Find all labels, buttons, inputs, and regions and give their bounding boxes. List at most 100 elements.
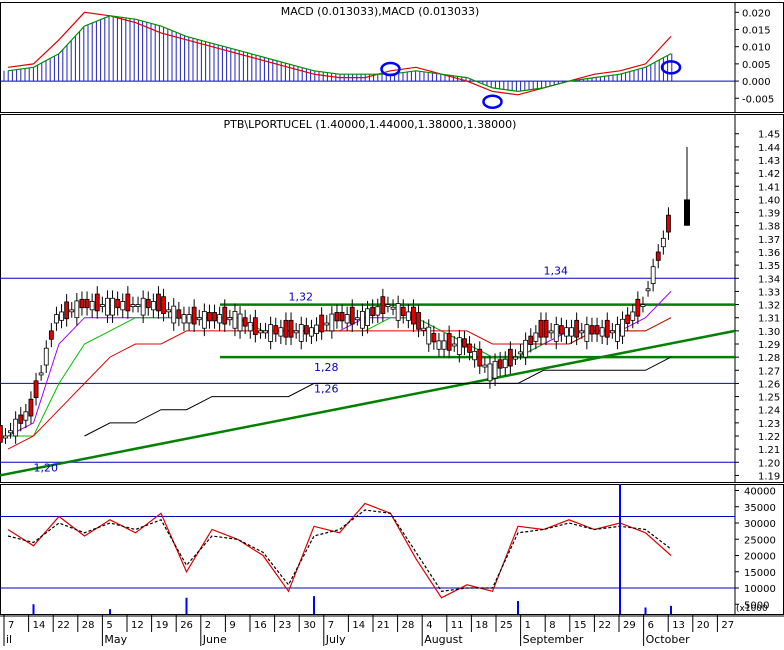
level-label: 1,26 <box>314 383 339 396</box>
y-tick-label: 1.40 <box>758 195 780 206</box>
candle-body <box>405 311 411 321</box>
candle-body <box>125 293 131 312</box>
level-label: 1,34 <box>544 264 569 277</box>
x-tick-label: 5 <box>106 620 112 631</box>
channel-top-label: 1,32 <box>289 291 314 304</box>
candle-body <box>130 304 136 307</box>
x-tick-label: 15 <box>574 620 587 631</box>
candle-body <box>324 322 330 326</box>
candle-body <box>140 297 146 316</box>
y-tick-label: 15000 <box>744 568 776 579</box>
y-tick-label: 1.22 <box>758 432 780 443</box>
candle-body <box>497 359 503 369</box>
month-label: October <box>646 633 690 646</box>
candle-body <box>574 319 580 338</box>
y-tick-label: 1.38 <box>758 222 780 233</box>
candle-body <box>84 298 90 309</box>
candle-body <box>28 398 34 417</box>
candle-body <box>395 303 401 321</box>
candle-body <box>456 337 462 355</box>
candle-body <box>380 296 386 314</box>
x-tick-label: 19 <box>156 620 169 631</box>
candle-body <box>620 318 625 337</box>
candle-body <box>258 330 263 334</box>
candle-body <box>523 339 529 358</box>
y-tick-label: 40000 <box>744 487 776 498</box>
candle-body <box>487 363 493 382</box>
candle-body <box>110 297 115 316</box>
candle-body <box>94 293 100 312</box>
y-tick-label: 1.45 <box>758 130 780 141</box>
candle-body <box>492 360 498 379</box>
x-tick-label: 11 <box>451 620 464 631</box>
candle-body <box>360 311 365 329</box>
candle-body <box>502 358 508 369</box>
x-tick-label: 9 <box>229 620 235 631</box>
month-label: May <box>104 633 127 646</box>
candle-body <box>237 313 243 332</box>
x-tick-label: 21 <box>377 620 390 631</box>
x-tick-label: 7 <box>328 620 334 631</box>
y-tick-label: 1.35 <box>758 261 780 272</box>
candle-body <box>263 330 268 334</box>
x-tick-label: 4 <box>426 620 432 631</box>
candle-body <box>212 312 217 322</box>
candle-body <box>599 327 605 337</box>
y-tick-label: 1.33 <box>758 287 780 298</box>
month-label: July <box>325 633 346 646</box>
candle-body <box>645 288 651 292</box>
x-tick-label: 2 <box>205 620 211 631</box>
y-tick-label: 1.20 <box>758 458 780 469</box>
candle-body <box>666 214 671 233</box>
candle-body <box>533 332 539 342</box>
candle-body <box>579 330 585 334</box>
x-tick-label: 14 <box>352 620 365 631</box>
highlight-circle <box>482 94 503 109</box>
x-tick-label: 13 <box>672 620 685 631</box>
candle-body <box>635 298 641 317</box>
y-tick-label: 1.19 <box>758 471 780 482</box>
candle-body <box>64 301 70 320</box>
level-label: 1,20 <box>34 461 59 474</box>
candle-body <box>54 314 59 324</box>
candle-body <box>135 304 141 307</box>
candle-body <box>181 314 187 324</box>
candle-body <box>538 319 544 338</box>
candle-body <box>273 325 279 335</box>
candle-body <box>604 319 610 338</box>
oscillator-line <box>7 502 672 599</box>
candle-body <box>176 309 182 319</box>
x-tick-label: 25 <box>500 620 513 631</box>
candle-body <box>655 251 661 261</box>
y-tick-label: 20000 <box>744 552 776 563</box>
candle-body <box>472 350 478 361</box>
x-tick-label: 14 <box>33 620 46 631</box>
y-tick-label: 1.28 <box>758 353 780 364</box>
y-tick-label: 0.015 <box>742 26 771 37</box>
candle-body <box>451 343 457 347</box>
candle-body <box>349 306 355 325</box>
y-tick-label: 1.29 <box>758 340 780 351</box>
y-tick-label: -0.005 <box>742 94 774 105</box>
candle-body <box>252 317 258 335</box>
candle-body <box>69 309 75 313</box>
candle-body <box>594 325 600 335</box>
candle-body <box>156 293 161 312</box>
unit-note: (x1000 <box>736 604 768 614</box>
candle-body <box>222 306 228 325</box>
candle-body <box>191 306 197 325</box>
y-tick-label: 1.37 <box>758 235 780 246</box>
candle-body <box>74 300 80 319</box>
candle-body <box>105 297 110 316</box>
y-tick-label: 1.25 <box>758 393 780 404</box>
y-tick-label: 1.21 <box>758 445 780 456</box>
x-tick-label: 22 <box>598 620 611 631</box>
month-label: il <box>6 633 12 646</box>
candle-body <box>303 325 309 335</box>
candle-body <box>375 306 381 316</box>
candle-body <box>660 237 666 248</box>
candle-body <box>370 306 376 317</box>
y-tick-label: 1.42 <box>758 169 780 180</box>
candle-body <box>467 343 472 353</box>
y-tick-label: 10000 <box>744 584 776 595</box>
